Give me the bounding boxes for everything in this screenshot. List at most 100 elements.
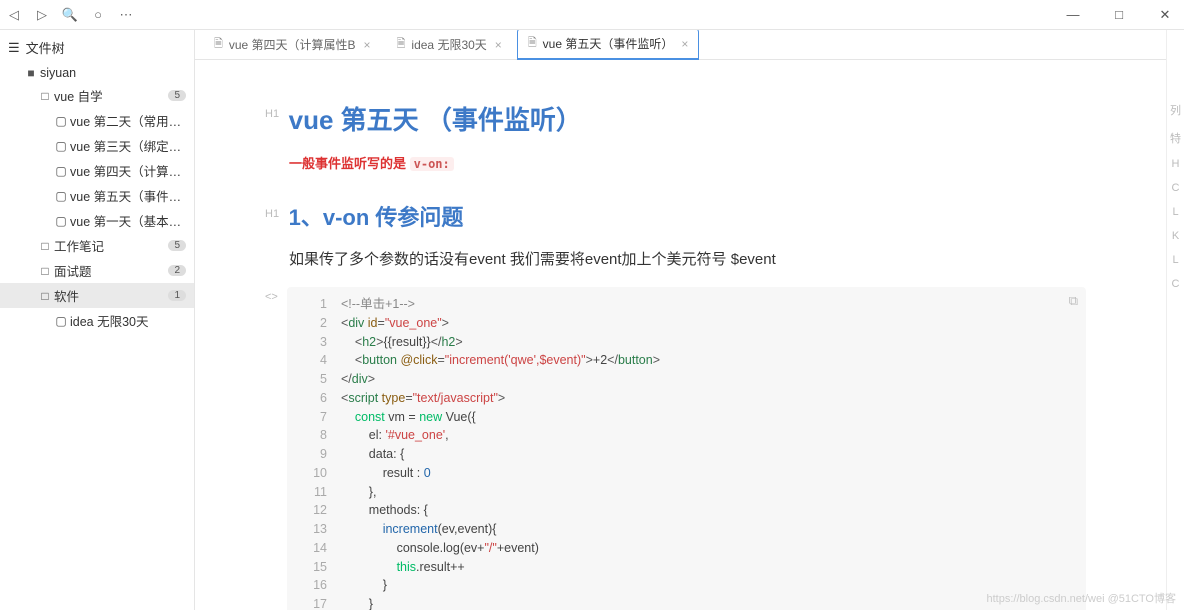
sidebar-title: 文件树 bbox=[26, 38, 65, 57]
line-number: 12 bbox=[299, 501, 327, 520]
code-line: 16 } bbox=[299, 576, 1074, 595]
rail-item[interactable]: 列 bbox=[1167, 102, 1184, 118]
rail-item[interactable]: 特 bbox=[1167, 130, 1184, 146]
code-line: 8 el: '#vue_one', bbox=[299, 426, 1074, 445]
line-number: 3 bbox=[299, 333, 327, 352]
code-line: 1<!--单击+1--> bbox=[299, 295, 1074, 314]
code-block: <> ⧉ 1<!--单击+1-->2<div id="vue_one">3 <h… bbox=[265, 287, 1086, 610]
line-number: 14 bbox=[299, 539, 327, 558]
tree-node-icon: ■ bbox=[22, 66, 40, 80]
line-number: 15 bbox=[299, 558, 327, 577]
tree-node-icon: □ bbox=[36, 89, 54, 103]
code-line: 15 this.result++ bbox=[299, 558, 1074, 577]
document: H1 vue 第五天 （事件监听） 一般事件监听写的是 v-on: H1 1、v… bbox=[195, 60, 1166, 610]
rail-item[interactable]: C bbox=[1167, 182, 1184, 194]
file-tree: ■siyuan□vue 自学5▢vue 第二天（常用指...▢vue 第三天（绑… bbox=[0, 63, 194, 333]
line-number: 16 bbox=[299, 576, 327, 595]
code-line: 12 methods: { bbox=[299, 501, 1074, 520]
tree-node-label: vue 自学 bbox=[54, 86, 164, 105]
subtitle-text: 一般事件监听写的是 bbox=[289, 156, 410, 171]
file-icon: 🗎 bbox=[528, 34, 537, 53]
titlebar-left: ◁ ▷ 🔍 ○ ⋯ bbox=[6, 7, 134, 23]
window-maximize-button[interactable]: □ bbox=[1106, 7, 1132, 23]
node-vue-d3[interactable]: ▢vue 第三天（绑定属... bbox=[0, 133, 194, 158]
close-icon[interactable]: × bbox=[364, 38, 371, 52]
line-number: 1 bbox=[299, 295, 327, 314]
tree-badge: 5 bbox=[168, 240, 186, 251]
tree-node-label: idea 无限30天 bbox=[70, 311, 186, 330]
node-interview[interactable]: □面试题 2 bbox=[0, 258, 194, 283]
line-number: 17 bbox=[299, 595, 327, 610]
node-vue-d4[interactable]: ▢vue 第四天（计算属... bbox=[0, 158, 194, 183]
line-number: 7 bbox=[299, 408, 327, 427]
node-vue-d5[interactable]: ▢vue 第五天（事件监... bbox=[0, 183, 194, 208]
watermark: https://blog.csdn.net/wei @51CTO博客 bbox=[987, 590, 1177, 606]
sidebar-header: ☰ 文件树 bbox=[0, 32, 194, 63]
close-icon[interactable]: × bbox=[681, 37, 688, 51]
node-idea[interactable]: ▢idea 无限30天 bbox=[0, 308, 194, 333]
code-line: 6<script type="text/javascript"> bbox=[299, 389, 1074, 408]
node-siyuan[interactable]: ■siyuan bbox=[0, 63, 194, 83]
tree-node-label: 工作笔记 bbox=[54, 236, 164, 255]
code-line: 7 const vm = new Vue({ bbox=[299, 408, 1074, 427]
inline-code: v-on: bbox=[410, 157, 454, 171]
code-line: 10 result : 0 bbox=[299, 464, 1074, 483]
node-work[interactable]: □工作笔记 5 bbox=[0, 233, 194, 258]
window-minimize-button[interactable]: — bbox=[1060, 7, 1086, 23]
tree-node-label: vue 第四天（计算属... bbox=[70, 161, 186, 180]
file-icon: 🗎 bbox=[214, 35, 223, 54]
code-gutter-icon: <> bbox=[265, 291, 278, 303]
node-vue-d2[interactable]: ▢vue 第二天（常用指... bbox=[0, 108, 194, 133]
page-title[interactable]: vue 第五天 （事件监听） bbox=[289, 100, 582, 137]
titlebar: ◁ ▷ 🔍 ○ ⋯ — □ ✕ bbox=[0, 0, 1184, 30]
more-icon[interactable]: ⋯ bbox=[118, 7, 134, 23]
tab-bar: 🗎vue 第四天（计算属性B×🗎idea 无限30天×🗎vue 第五天（事件监听… bbox=[195, 30, 1166, 60]
tree-node-label: 软件 bbox=[54, 286, 164, 305]
record-icon[interactable]: ○ bbox=[90, 7, 106, 23]
copy-icon[interactable]: ⧉ bbox=[1069, 293, 1078, 309]
node-software[interactable]: □软件 1 bbox=[0, 283, 194, 308]
paragraph[interactable]: 如果传了多个参数的话没有event 我们需要将event加上个美元符号 $eve… bbox=[289, 248, 1086, 269]
rail-item[interactable]: L bbox=[1167, 254, 1184, 266]
window-close-button[interactable]: ✕ bbox=[1152, 7, 1178, 23]
tab-label: vue 第五天（事件监听） bbox=[543, 35, 674, 52]
node-vue-d1[interactable]: ▢vue 第一天（基本的... bbox=[0, 208, 194, 233]
tree-node-icon: □ bbox=[36, 239, 54, 253]
right-rail: 列特HCLKLC bbox=[1166, 30, 1184, 610]
heading-gutter: H1 bbox=[265, 108, 285, 120]
line-number: 11 bbox=[299, 483, 327, 502]
section-heading[interactable]: 1、v-on 传参问题 bbox=[289, 200, 464, 232]
heading-gutter: H1 bbox=[265, 208, 285, 220]
tree-node-icon: □ bbox=[36, 264, 54, 278]
code-line: 2<div id="vue_one"> bbox=[299, 314, 1074, 333]
rail-item[interactable]: C bbox=[1167, 278, 1184, 290]
tree-node-label: 面试题 bbox=[54, 261, 164, 280]
search-icon[interactable]: 🔍 bbox=[62, 7, 78, 23]
node-vue-self[interactable]: □vue 自学 5 bbox=[0, 83, 194, 108]
tree-node-icon: ▢ bbox=[52, 189, 70, 203]
tab-label: idea 无限30天 bbox=[411, 36, 486, 53]
rail-item[interactable]: L bbox=[1167, 206, 1184, 218]
tree-badge: 1 bbox=[168, 290, 186, 301]
tree-node-label: siyuan bbox=[40, 66, 186, 80]
close-icon[interactable]: × bbox=[495, 38, 502, 52]
tree-node-icon: □ bbox=[36, 289, 54, 303]
tab-vue-d5[interactable]: 🗎 vue 第五天（事件监听） × bbox=[517, 30, 700, 60]
content-area: 🗎vue 第四天（计算属性B×🗎idea 无限30天×🗎vue 第五天（事件监听… bbox=[195, 30, 1166, 610]
tree-node-label: vue 第二天（常用指... bbox=[70, 111, 186, 130]
nav-back-icon[interactable]: ◁ bbox=[6, 7, 22, 23]
tree-node-icon: ▢ bbox=[52, 114, 70, 128]
code-line: 4 <button @click="increment('qwe',$event… bbox=[299, 351, 1074, 370]
tab-idea[interactable]: 🗎idea 无限30天× bbox=[386, 30, 513, 59]
line-number: 2 bbox=[299, 314, 327, 333]
tree-badge: 5 bbox=[168, 90, 186, 101]
tab-vue-d4[interactable]: 🗎 vue 第四天（计算属性B × bbox=[203, 30, 382, 59]
code-content[interactable]: 1<!--单击+1-->2<div id="vue_one">3 <h2>{{r… bbox=[287, 287, 1086, 610]
nav-forward-icon[interactable]: ▷ bbox=[34, 7, 50, 23]
subtitle-red[interactable]: 一般事件监听写的是 v-on: bbox=[289, 153, 1086, 172]
tab-label: vue 第四天（计算属性B bbox=[229, 36, 356, 53]
rail-item[interactable]: K bbox=[1167, 230, 1184, 242]
line-number: 10 bbox=[299, 464, 327, 483]
tree-badge: 2 bbox=[168, 265, 186, 276]
rail-item[interactable]: H bbox=[1167, 158, 1184, 170]
